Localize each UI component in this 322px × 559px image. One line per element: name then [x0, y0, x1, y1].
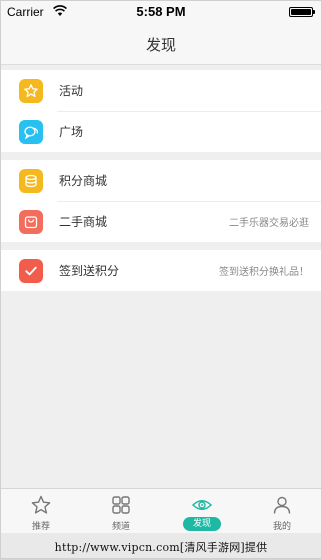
menu-item-label: 签到送积分 [59, 264, 120, 278]
bag-icon [19, 209, 43, 234]
menu-item-points-mall[interactable]: 积分商城 [1, 160, 321, 201]
grid-icon [112, 496, 130, 514]
star-outline-icon [31, 495, 51, 514]
checkmark-icon [19, 258, 43, 283]
person-icon [273, 496, 291, 514]
tab-discover[interactable]: 发现 [162, 489, 242, 534]
menu-item-label: 二手商城 [59, 215, 108, 229]
tab-mine[interactable]: 我的 [242, 489, 321, 534]
status-bar: Carrier 5:58 PM [1, 1, 321, 23]
menu-group-checkin: 签到送积分 签到送积分换礼品！ [1, 250, 321, 291]
tab-label: 发现 [183, 517, 221, 531]
menu-item-activities[interactable]: 活动 [1, 70, 321, 111]
tab-bar: 推荐 频道 发现 我的 [1, 488, 321, 533]
coins-icon [19, 168, 43, 193]
menu-item-hint: 签到送积分换礼品！ [219, 267, 309, 278]
tab-recommend[interactable]: 推荐 [1, 489, 81, 534]
app-screen: Carrier 5:58 PM 发现 活动 广场 积分商城 二手商城 二手乐器交… [0, 0, 322, 559]
menu-item-label: 积分商城 [59, 174, 108, 188]
tab-label: 推荐 [31, 522, 50, 532]
star-icon [19, 78, 43, 103]
menu-item-label: 广场 [59, 125, 84, 139]
menu-item-label: 活动 [59, 84, 84, 98]
menu-item-hint: 二手乐器交易必逛 [229, 218, 309, 229]
menu-group-activities: 活动 广场 [1, 70, 321, 152]
watermark-text: http://www.vipcn.com[清风手游网]提供 [1, 533, 321, 558]
clock: 5:58 PM [136, 4, 186, 19]
tab-label: 我的 [272, 522, 291, 532]
tab-label: 频道 [111, 522, 130, 532]
menu-item-checkin[interactable]: 签到送积分 签到送积分换礼品！ [1, 250, 321, 291]
navigation-bar: 发现 [1, 23, 321, 65]
chat-bubbles-icon [19, 119, 43, 144]
menu-item-square[interactable]: 广场 [1, 111, 321, 152]
menu-group-mall: 积分商城 二手商城 二手乐器交易必逛 [1, 160, 321, 242]
menu-item-second-hand-mall[interactable]: 二手商城 二手乐器交易必逛 [1, 201, 321, 242]
tab-channel[interactable]: 频道 [81, 489, 161, 534]
page-title: 发现 [145, 36, 176, 54]
eye-icon [191, 500, 213, 510]
battery-icon [289, 7, 315, 17]
